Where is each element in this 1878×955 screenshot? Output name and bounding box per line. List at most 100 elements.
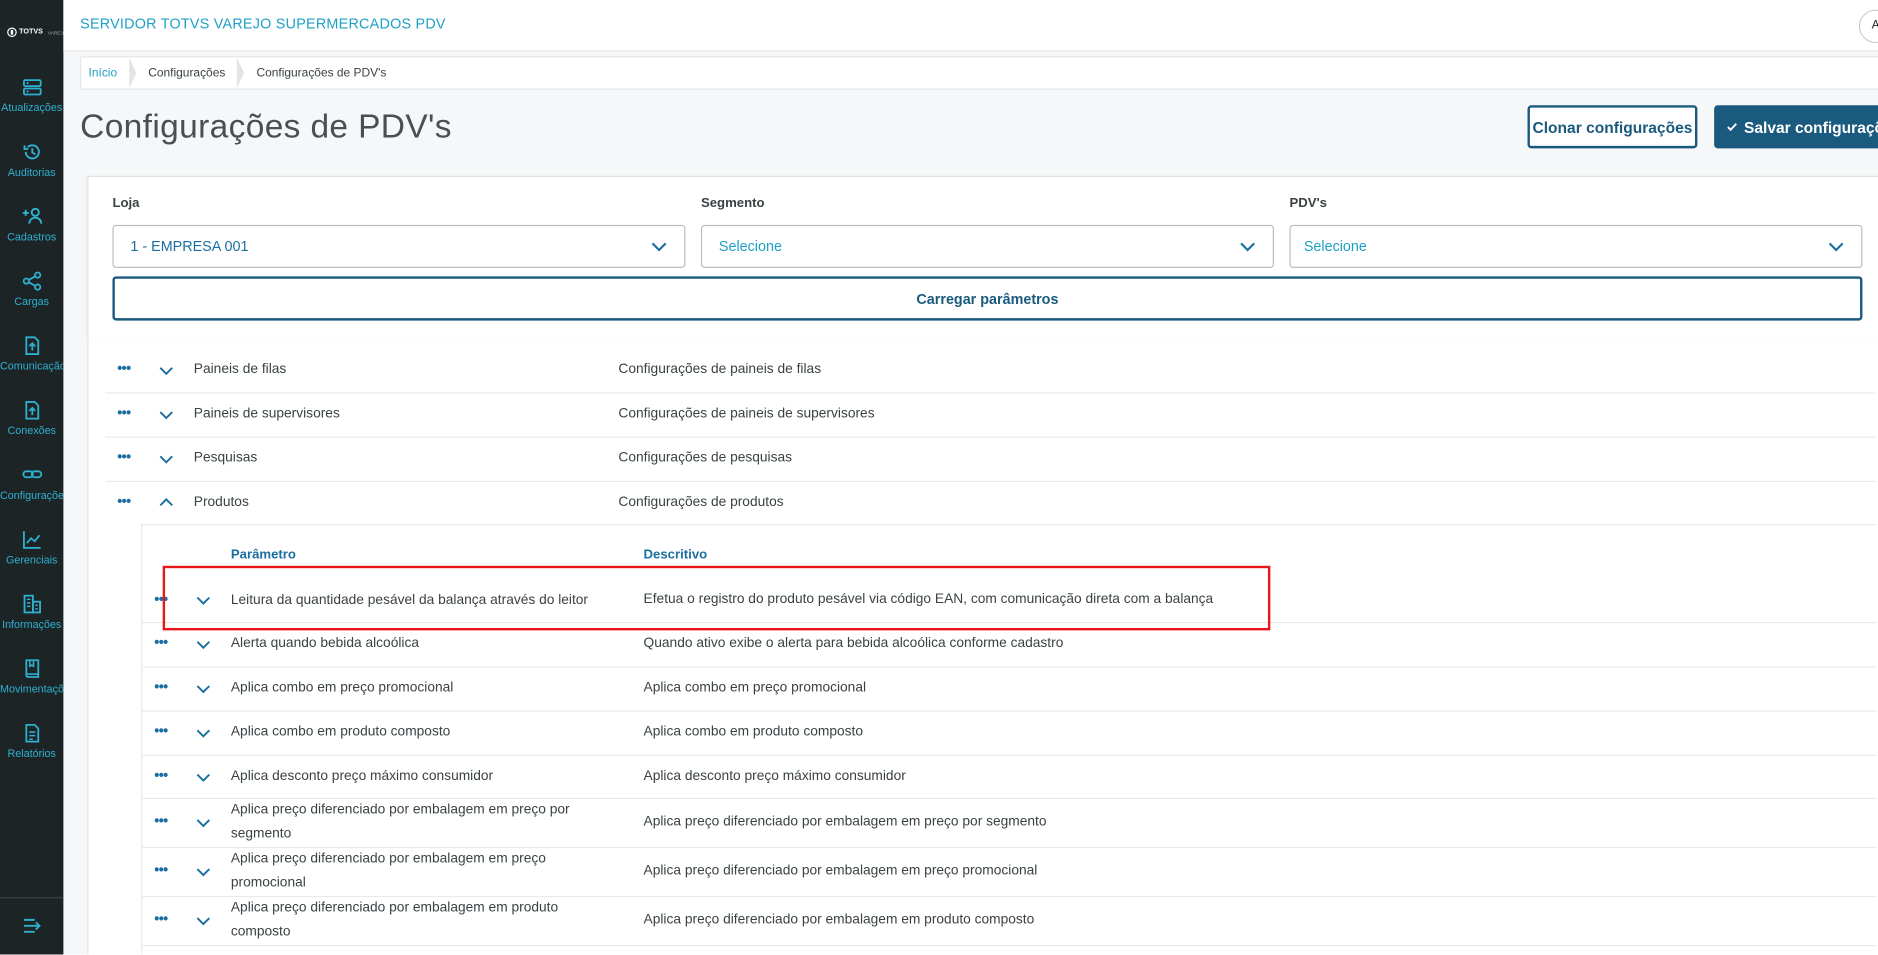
segment-select-value: Selecione <box>718 238 782 255</box>
sidebar-item-label: Cadastros <box>7 230 57 243</box>
totvs-logo-icon <box>7 27 17 38</box>
sidebar-item-conexoes[interactable]: Conexões <box>0 400 63 465</box>
more-options-icon[interactable]: ••• <box>117 406 131 420</box>
parameter-name: Aplica combo em produto composto <box>230 724 451 740</box>
sidebar-item-label: Movimentações <box>0 683 64 695</box>
chevron-down-icon[interactable] <box>196 684 211 694</box>
group-description: Configurações de paineis de filas <box>618 362 822 377</box>
parameter-description: Quando ativo exibe o alerta para bebida … <box>643 636 1064 651</box>
chevron-down-icon[interactable] <box>196 916 211 926</box>
sidebar-item-configuracoes[interactable]: Configurações <box>0 464 63 529</box>
breadcrumb: Início Configurações Configurações de PD… <box>80 56 1878 90</box>
chevron-down-icon[interactable] <box>196 728 211 738</box>
chevron-down-icon[interactable] <box>196 640 211 650</box>
highlight-box <box>162 565 1271 631</box>
breadcrumb-separator <box>237 57 245 89</box>
parameter-row[interactable]: ••• Aplica preço diferenciado por embala… <box>142 847 1877 898</box>
chevron-down-icon <box>1828 242 1844 251</box>
sidebar-item-movimentacoes[interactable]: Movimentações <box>0 658 63 723</box>
sidebar-item-label: Conexões <box>7 424 56 437</box>
group-name: Pesquisas <box>193 450 258 466</box>
chevron-down-icon[interactable] <box>196 773 211 783</box>
more-options-icon[interactable]: ••• <box>117 450 131 464</box>
app-logo[interactable]: TOTVS VAREJO <box>7 24 67 41</box>
load-parameters-button[interactable]: Carregar parâmetros <box>112 276 1863 321</box>
more-options-icon[interactable]: ••• <box>154 813 168 827</box>
more-options-icon[interactable]: ••• <box>117 494 131 508</box>
user-avatar-button[interactable]: A <box>1858 9 1878 44</box>
more-options-icon[interactable]: ••• <box>154 862 168 876</box>
sidebar-item-label: Cargas <box>14 295 50 308</box>
store-select[interactable]: 1 - EMPRESA 001 <box>112 224 686 268</box>
parameter-name: Alerta quando bebida alcoólica <box>230 636 420 651</box>
book-icon <box>24 659 39 678</box>
more-options-icon[interactable]: ••• <box>154 679 168 693</box>
parameter-description: Aplica preço diferenciado por embalagem … <box>643 814 1047 829</box>
upload-doc-icon <box>24 336 39 355</box>
sidebar: TOTVS VAREJO Atualizações Auditorias Cad… <box>0 0 67 955</box>
sidebar-item-cadastros[interactable]: Cadastros <box>0 206 63 271</box>
sidebar-item-atualizacoes[interactable]: Atualizações <box>0 77 63 142</box>
column-header-parameter[interactable]: Parâmetro <box>231 548 296 562</box>
sidebar-item-gerenciais[interactable]: Gerenciais <box>0 529 63 594</box>
breadcrumb-separator <box>129 57 137 89</box>
chevron-down-icon[interactable] <box>159 366 173 376</box>
parameter-row[interactable]: ••• Aplica combo em preço promocional Ap… <box>142 666 1877 712</box>
link-icon <box>21 470 42 479</box>
chevron-down-icon <box>651 242 667 251</box>
more-options-icon[interactable]: ••• <box>117 361 131 375</box>
parameter-description: Aplica combo em preço promocional <box>643 680 867 695</box>
breadcrumb-item-current: Configurações de PDV's <box>256 66 387 80</box>
chevron-down-icon[interactable] <box>196 818 211 828</box>
parameters-table: ••• Paineis de filas Configurações de pa… <box>87 337 1878 955</box>
group-row[interactable]: ••• Paineis de supervisores Configuraçõe… <box>105 392 1876 438</box>
more-options-icon[interactable]: ••• <box>154 911 168 925</box>
parameter-row[interactable]: ••• Aplica desconto preço máximo consumi… <box>142 755 1877 800</box>
breadcrumb-item-inicio[interactable]: Início <box>81 66 129 79</box>
pdvs-select[interactable]: Selecione <box>1289 224 1863 268</box>
parameter-row[interactable]: ••• Aplica preço diferenciado por embala… <box>142 896 1877 947</box>
parameter-description: Aplica desconto preço máximo consumidor <box>643 769 906 784</box>
chevron-up-icon[interactable] <box>159 498 173 508</box>
collapse-menu-button[interactable] <box>22 916 44 941</box>
group-name: Paineis de filas <box>193 362 287 377</box>
chevron-down-icon[interactable] <box>159 410 173 420</box>
segment-select[interactable]: Selecione <box>700 224 1274 268</box>
sidebar-item-label: Relatórios <box>7 747 56 760</box>
pdvs-label: PDV's <box>1289 196 1327 211</box>
sidebar-item-cargas[interactable]: Cargas <box>0 270 63 335</box>
save-settings-button[interactable]: Salvar configurações <box>1714 105 1878 149</box>
column-header-description[interactable]: Descritivo <box>644 548 708 562</box>
sidebar-item-label: Atualizações <box>1 101 63 114</box>
pdvs-select-value: Selecione <box>1303 238 1367 255</box>
sidebar-item-label: Configurações <box>0 489 64 502</box>
chevron-down-icon[interactable] <box>159 455 173 465</box>
sidebar-item-relatorios[interactable]: Relatórios <box>0 722 63 787</box>
chevron-down-icon[interactable] <box>196 867 211 877</box>
sidebar-item-label: Gerenciais <box>5 553 58 566</box>
store-select-value: 1 - EMPRESA 001 <box>130 238 249 255</box>
parameter-row[interactable]: ••• Aplica combo em produto composto Apl… <box>142 711 1877 756</box>
group-description: Configurações de produtos <box>618 495 784 510</box>
server-icon <box>22 79 41 96</box>
collapse-menu-icon <box>23 918 41 933</box>
parameter-row[interactable]: ••• Aplica preço diferenciado por embala… <box>142 798 1877 849</box>
group-name: Produtos <box>193 495 249 510</box>
more-options-icon[interactable]: ••• <box>154 768 168 782</box>
group-row-expanded[interactable]: ••• Produtos Configurações de produtos <box>105 481 1875 524</box>
group-row[interactable]: ••• Paineis de filas Configurações de pa… <box>105 348 1876 394</box>
breadcrumb-item-configuracoes[interactable]: Configurações <box>141 66 237 79</box>
sidebar-item-informacoes[interactable]: Informações <box>0 593 63 658</box>
logo-text: TOTVS <box>19 28 43 36</box>
parameter-description: Aplica preço diferenciado por embalagem … <box>643 863 1038 878</box>
parameter-description: Aplica combo em produto composto <box>643 724 864 740</box>
more-options-icon[interactable]: ••• <box>154 724 168 738</box>
sidebar-item-comunicacao[interactable]: Comunicação <box>0 335 63 400</box>
more-options-icon[interactable]: ••• <box>154 635 168 649</box>
sidebar-item-auditorias[interactable]: Auditorias <box>0 141 63 206</box>
check-icon <box>1727 123 1737 132</box>
clone-settings-button[interactable]: Clonar configurações <box>1527 105 1698 149</box>
share-icon <box>22 271 41 291</box>
group-description: Configurações de paineis de supervisores <box>618 406 875 422</box>
group-row[interactable]: ••• Pesquisas Configurações de pesquisas <box>105 437 1876 483</box>
